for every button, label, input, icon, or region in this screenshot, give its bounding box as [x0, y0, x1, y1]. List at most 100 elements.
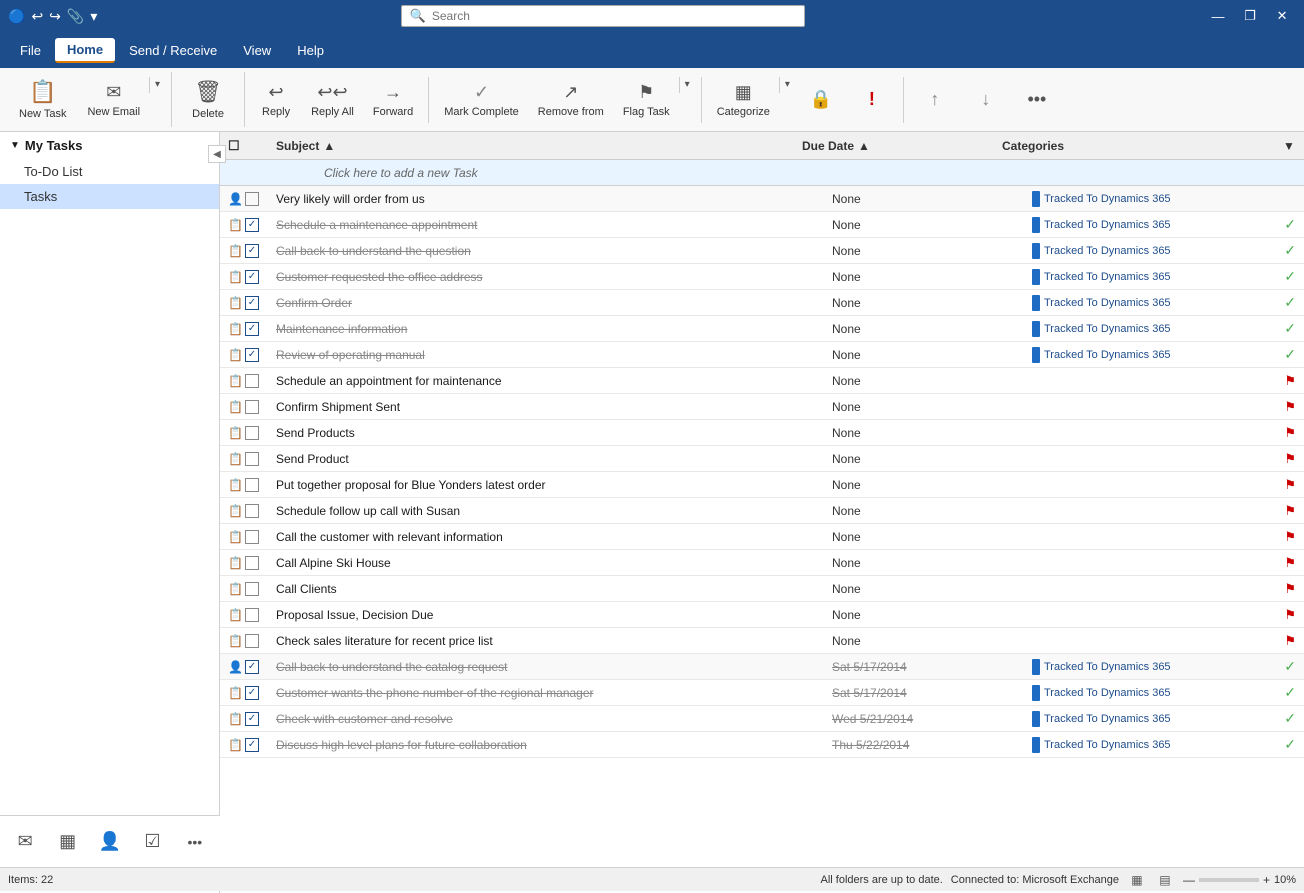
task-checkbox[interactable]: ✓	[245, 322, 259, 336]
task-checkbox[interactable]	[245, 478, 259, 492]
more-options-button[interactable]: •••	[1012, 84, 1062, 115]
task-row[interactable]: 📋Confirm Shipment SentNone⚑	[220, 394, 1304, 420]
sidebar-collapse-button[interactable]: ◀	[208, 145, 226, 163]
task-checkbox[interactable]	[245, 426, 259, 440]
nav-people-button[interactable]: 👤	[93, 824, 127, 860]
task-checkbox[interactable]: ✓	[245, 270, 259, 284]
task-checkbox[interactable]	[245, 504, 259, 518]
menu-view[interactable]: View	[231, 39, 283, 62]
nav-calendar-button[interactable]: ▦	[50, 824, 84, 860]
dropdown-icon[interactable]: ▾	[90, 8, 97, 25]
categorize-button[interactable]: ▦ Categorize	[708, 77, 779, 123]
task-checkbox[interactable]: ✓	[245, 712, 259, 726]
new-task-button[interactable]: 📋 New Task	[8, 72, 77, 127]
task-checkbox[interactable]: ✓	[245, 348, 259, 362]
menu-help[interactable]: Help	[285, 39, 336, 62]
view-normal-button[interactable]: ▦	[1127, 870, 1147, 890]
nav-mail-button[interactable]: ✉	[8, 824, 42, 860]
clip-icon[interactable]: 📎	[67, 8, 84, 25]
redo-icon[interactable]: ↪	[49, 8, 61, 25]
zoom-out-button[interactable]: —	[1183, 873, 1195, 887]
task-checkbox[interactable]	[245, 634, 259, 648]
view-reading-button[interactable]: ▤	[1155, 870, 1175, 890]
task-checkbox[interactable]: ✓	[245, 218, 259, 232]
menu-file[interactable]: File	[8, 39, 53, 62]
task-checkbox[interactable]	[245, 530, 259, 544]
task-checkbox[interactable]: ✓	[245, 660, 259, 674]
task-row[interactable]: 📋Call ClientsNone⚑	[220, 576, 1304, 602]
subject-label: Subject	[276, 139, 319, 153]
minimize-button[interactable]: —	[1204, 6, 1232, 26]
search-input[interactable]	[432, 9, 796, 23]
nav-more-button[interactable]: •••	[178, 824, 212, 860]
task-row[interactable]: 📋✓Maintenance informationNoneTracked To …	[220, 316, 1304, 342]
header-duedate[interactable]: Due Date ▲	[794, 139, 994, 153]
zoom-slider[interactable]	[1199, 878, 1259, 882]
task-checkbox[interactable]	[245, 374, 259, 388]
task-row[interactable]: 📋Call the customer with relevant informa…	[220, 524, 1304, 550]
forward-button[interactable]: → Forward	[364, 77, 422, 123]
remove-from-list-button[interactable]: ↗ Remove from	[529, 77, 613, 123]
importance-button[interactable]: !	[847, 84, 897, 115]
menu-send-receive[interactable]: Send / Receive	[117, 39, 229, 62]
task-row[interactable]: 📋Send ProductNone⚑	[220, 446, 1304, 472]
task-row[interactable]: 📋✓Customer wants the phone number of the…	[220, 680, 1304, 706]
task-checkbox[interactable]	[245, 400, 259, 414]
delete-button[interactable]: 🗑 Delete	[178, 72, 238, 127]
task-checkbox[interactable]	[245, 452, 259, 466]
header-subject[interactable]: Subject ▲	[268, 139, 794, 153]
task-col-subject: Send Products	[268, 426, 824, 440]
task-checkbox[interactable]: ✓	[245, 738, 259, 752]
task-row[interactable]: 📋✓Customer requested the office addressN…	[220, 264, 1304, 290]
flag-task-arrow[interactable]: ▾	[679, 77, 695, 93]
task-checkbox[interactable]: ✓	[245, 686, 259, 700]
move-up-button[interactable]: ↑	[910, 84, 960, 115]
nav-tasks-button[interactable]: ☑	[135, 824, 169, 860]
reply-button[interactable]: ↩ Reply	[251, 77, 301, 123]
task-checkbox[interactable]	[245, 556, 259, 570]
close-button[interactable]: ✕	[1268, 6, 1296, 26]
task-checkbox[interactable]	[245, 608, 259, 622]
new-email-button[interactable]: ✉ New Email	[78, 77, 149, 123]
task-row[interactable]: 📋✓Call back to understand the questionNo…	[220, 238, 1304, 264]
sidebar-item-tasks[interactable]: Tasks	[0, 184, 219, 209]
move-down-button[interactable]: ↓	[961, 84, 1011, 115]
restore-button[interactable]: ❐	[1236, 6, 1264, 26]
task-row[interactable]: 👤Very likely will order from usNoneTrack…	[220, 186, 1304, 212]
header-filter[interactable]: ▼	[1274, 139, 1304, 153]
task-subject-text: Check sales literature for recent price …	[276, 634, 493, 648]
menu-home[interactable]: Home	[55, 38, 115, 63]
task-checkbox[interactable]	[245, 582, 259, 596]
undo-icon[interactable]: ↩	[31, 8, 43, 25]
task-checkbox[interactable]: ✓	[245, 296, 259, 310]
task-row[interactable]: 👤✓Call back to understand the catalog re…	[220, 654, 1304, 680]
add-task-row[interactable]: Click here to add a new Task	[220, 160, 1304, 186]
task-row[interactable]: 📋Proposal Issue, Decision DueNone⚑	[220, 602, 1304, 628]
task-row[interactable]: 📋Schedule an appointment for maintenance…	[220, 368, 1304, 394]
task-checkbox[interactable]	[245, 192, 259, 206]
task-row[interactable]: 📋✓Schedule a maintenance appointmentNone…	[220, 212, 1304, 238]
zoom-in-button[interactable]: +	[1263, 873, 1270, 887]
task-row[interactable]: 📋✓Check with customer and resolveWed 5/2…	[220, 706, 1304, 732]
task-row[interactable]: 📋Call Alpine Ski HouseNone⚑	[220, 550, 1304, 576]
duedate-sort-icon: ▲	[858, 139, 870, 153]
categorize-arrow[interactable]: ▾	[779, 77, 795, 93]
reply-all-button[interactable]: ↩↩ Reply All	[302, 77, 363, 123]
task-row[interactable]: 📋Send ProductsNone⚑	[220, 420, 1304, 446]
new-email-arrow[interactable]: ▾	[149, 77, 165, 93]
task-row[interactable]: 📋Check sales literature for recent price…	[220, 628, 1304, 654]
flag-task-button[interactable]: ⚑ Flag Task	[614, 77, 679, 123]
task-due-date: None	[832, 426, 861, 440]
task-row[interactable]: 📋✓Confirm OrderNoneTracked To Dynamics 3…	[220, 290, 1304, 316]
task-row[interactable]: 📋✓Review of operating manualNoneTracked …	[220, 342, 1304, 368]
lock-button[interactable]: 🔒	[796, 84, 846, 115]
header-categories[interactable]: Categories	[994, 139, 1274, 153]
search-box[interactable]: 🔍	[401, 5, 806, 27]
my-tasks-section[interactable]: ▼ My Tasks	[0, 132, 219, 159]
task-row[interactable]: 📋Schedule follow up call with SusanNone⚑	[220, 498, 1304, 524]
task-row[interactable]: 📋✓Discuss high level plans for future co…	[220, 732, 1304, 758]
sidebar-item-to-do-list[interactable]: To-Do List	[0, 159, 219, 184]
task-checkbox[interactable]: ✓	[245, 244, 259, 258]
task-row[interactable]: 📋Put together proposal for Blue Yonders …	[220, 472, 1304, 498]
mark-complete-button[interactable]: ✓ Mark Complete	[435, 77, 528, 123]
